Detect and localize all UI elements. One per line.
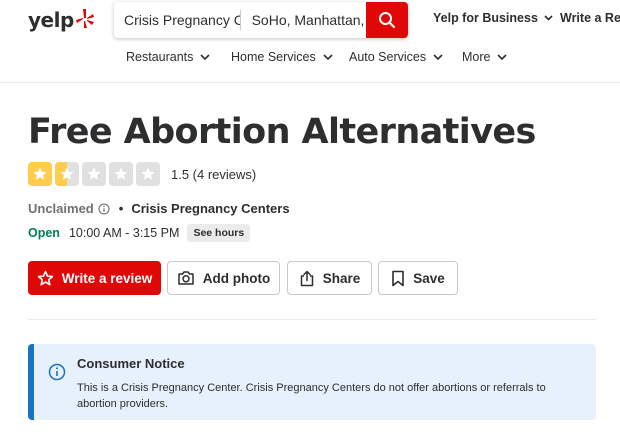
chevron-down-icon: [323, 54, 333, 60]
write-review-button[interactable]: Write a review: [28, 261, 161, 295]
star-icon: [109, 162, 133, 186]
search-icon: [379, 12, 396, 29]
yelp-for-business-label: Yelp for Business: [433, 11, 538, 25]
save-button-label: Save: [413, 270, 445, 286]
star-icon: [28, 162, 52, 186]
yelp-logo[interactable]: yelp: [28, 8, 95, 32]
header-divider: [0, 82, 620, 83]
star-icon: [82, 162, 106, 186]
claim-status: Unclaimed: [28, 201, 94, 216]
share-icon: [300, 270, 313, 286]
section-divider: [28, 319, 596, 320]
half-star-icon: [55, 162, 79, 186]
category-link[interactable]: Crisis Pregnancy Centers: [131, 201, 289, 216]
search-bar: Crisis Pregnancy C SoHo, Manhattan,: [114, 2, 408, 38]
claim-category-row: Unclaimed • Crisis Pregnancy Centers: [28, 201, 290, 216]
meta-separator: •: [118, 201, 124, 216]
chevron-down-icon: [200, 54, 210, 60]
share-button[interactable]: Share: [287, 261, 372, 295]
consumer-notice: Consumer Notice This is a Crisis Pregnan…: [28, 344, 596, 420]
nav-restaurants[interactable]: Restaurants: [126, 50, 210, 64]
search-find-input[interactable]: Crisis Pregnancy C: [114, 2, 240, 38]
add-photo-button-label: Add photo: [202, 270, 271, 286]
yelp-for-business-menu[interactable]: Yelp for Business: [433, 11, 553, 25]
search-button[interactable]: [366, 2, 408, 38]
write-review-button-label: Write a review: [61, 270, 153, 286]
share-button-label: Share: [322, 270, 361, 286]
write-review-link-label: Write a Revi: [560, 11, 620, 25]
logo-text: yelp: [28, 8, 74, 32]
nav-auto-services[interactable]: Auto Services: [349, 50, 443, 64]
nav-more-label: More: [462, 50, 491, 64]
see-hours-button[interactable]: See hours: [187, 224, 251, 242]
open-status: Open: [28, 226, 60, 240]
notice-body: This is a Crisis Pregnancy Center. Crisi…: [77, 382, 546, 410]
business-name: Free Abortion Alternatives: [28, 112, 536, 152]
chevron-down-icon: [497, 54, 508, 60]
info-icon[interactable]: [98, 202, 110, 215]
nav-home-services-label: Home Services: [231, 50, 316, 64]
hours-text: 10:00 AM - 3:15 PM: [68, 226, 180, 240]
hours-row: Open 10:00 AM - 3:15 PM See hours: [28, 224, 251, 242]
camera-icon: [178, 271, 194, 285]
add-photo-button[interactable]: Add photo: [167, 261, 280, 295]
save-button[interactable]: Save: [378, 261, 458, 295]
search-near-input[interactable]: SoHo, Manhattan,: [241, 2, 367, 38]
chevron-down-icon: [433, 54, 443, 60]
notice-title: Consumer Notice: [77, 356, 185, 371]
star-icon: [136, 162, 160, 186]
nav-more[interactable]: More: [462, 50, 508, 64]
nav-restaurants-label: Restaurants: [126, 50, 194, 64]
write-review-link[interactable]: Write a Revi: [560, 11, 620, 25]
rating-review-count[interactable]: 1.5 (4 reviews): [171, 167, 256, 182]
nav-home-services[interactable]: Home Services: [231, 50, 333, 64]
chevron-down-icon: [544, 15, 553, 21]
star-rating: [28, 162, 160, 186]
star-outline-icon: [37, 270, 53, 285]
bookmark-icon: [392, 270, 405, 286]
info-icon: [48, 363, 66, 381]
yelp-burst-icon: [75, 9, 94, 28]
nav-auto-services-label: Auto Services: [349, 50, 427, 64]
